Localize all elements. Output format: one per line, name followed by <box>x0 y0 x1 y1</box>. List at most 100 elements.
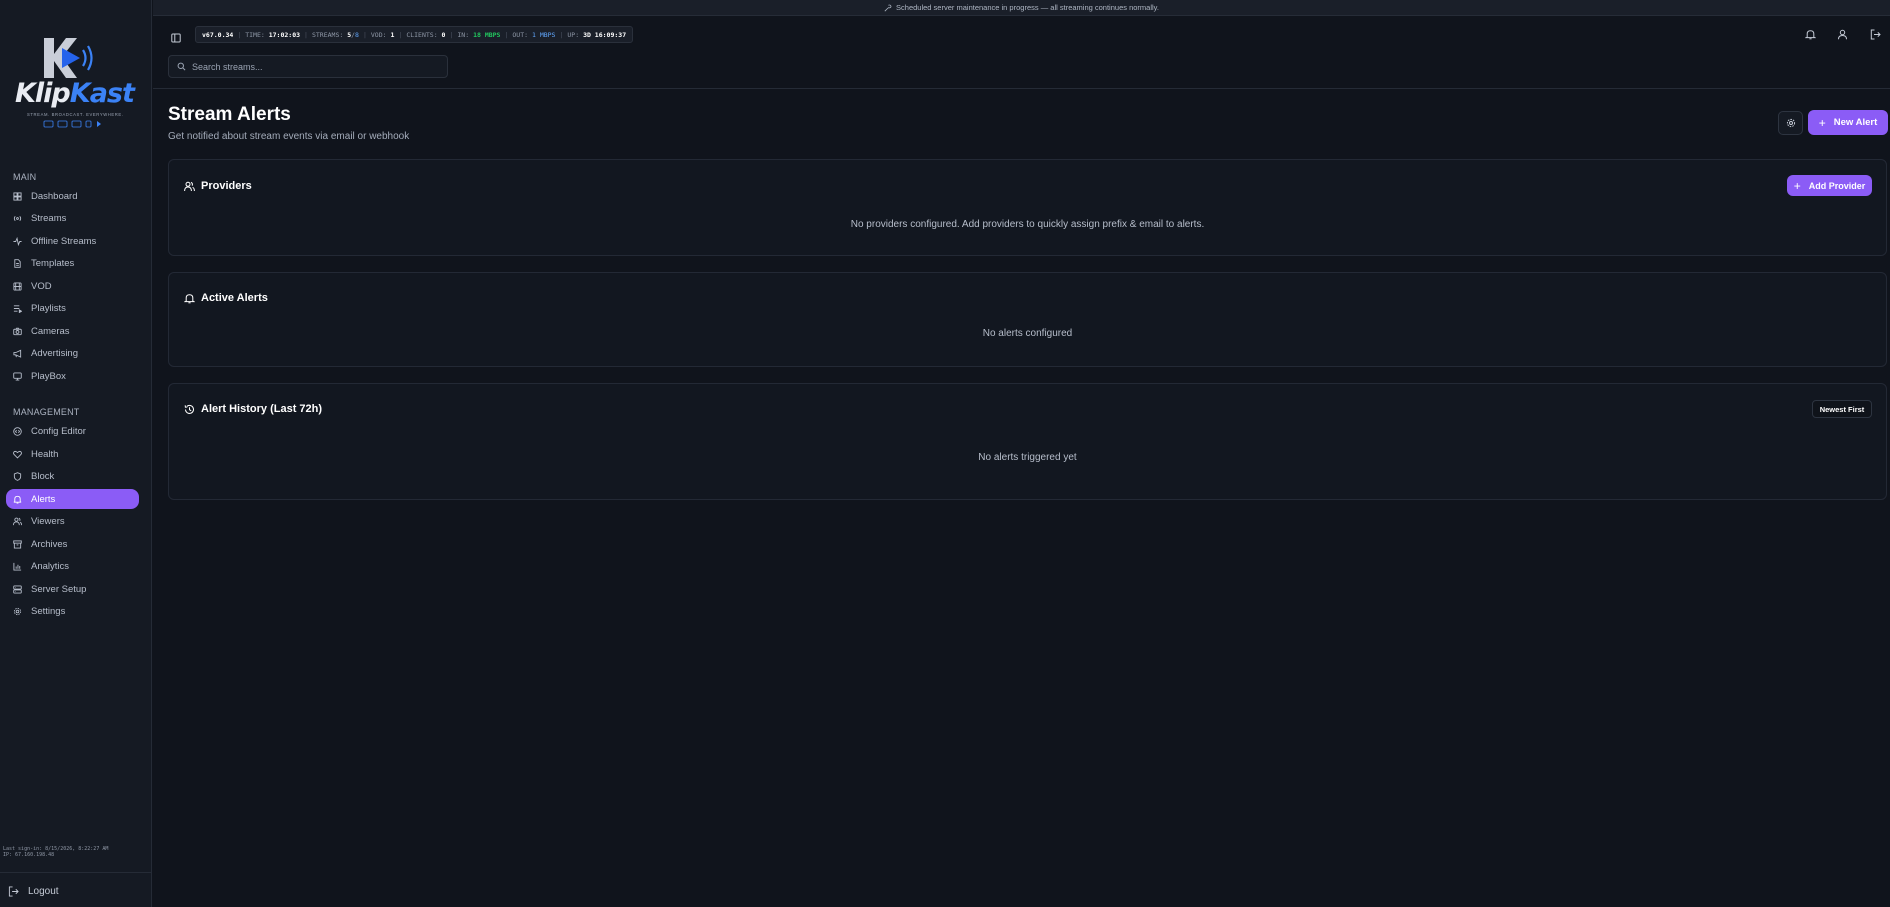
sidebar-item-label: Advertising <box>31 347 78 359</box>
sidebar-item-vod[interactable]: VOD <box>6 276 139 296</box>
clients-value: 0 <box>441 30 446 39</box>
shield-icon <box>13 471 22 481</box>
page-title: Stream Alerts <box>168 104 291 125</box>
out-unit: MBPS <box>539 30 556 39</box>
sidebar-item-block[interactable]: Block <box>6 466 139 486</box>
banner-text: Scheduled server maintenance in progress… <box>896 3 1159 12</box>
time-value: 17:02:03 <box>268 30 301 39</box>
sidebar-item-server-setup[interactable]: Server Setup <box>6 579 139 599</box>
page-subtitle: Get notified about stream events via ema… <box>168 131 410 142</box>
search-input[interactable] <box>192 61 432 72</box>
version-value: v67.0.34 <box>202 30 234 39</box>
add-provider-label: Add Provider <box>1808 180 1866 191</box>
heart-icon <box>13 450 22 459</box>
sort-order-button[interactable]: Newest First <box>1812 400 1872 418</box>
broadcast-icon <box>13 214 22 223</box>
alert-history-card: Alert History (Last 72h) No alerts trigg… <box>168 383 1887 500</box>
sidebar-item-advertising[interactable]: Advertising <box>6 343 139 363</box>
gear-icon <box>13 607 22 616</box>
server-stats-bar: v67.0.34 | TIME: 17:02:03 | STREAMS: 5/8… <box>195 26 634 43</box>
sidebar-item-settings[interactable]: Settings <box>6 601 139 621</box>
logout-button[interactable]: Logout <box>8 886 59 897</box>
sidebar: KlipKast STREAM. BROADCAST. EVERYWHERE. … <box>0 0 152 907</box>
monitor-icon <box>13 371 22 381</box>
sidebar-item-viewers[interactable]: Viewers <box>6 511 139 531</box>
sidebar-item-label: PlayBox <box>31 370 66 382</box>
providers-card: Providers No providers configured. Add p… <box>168 159 1887 256</box>
activity-icon <box>13 236 22 246</box>
wrench-icon <box>884 4 892 11</box>
archive-icon <box>13 539 22 549</box>
users-icon <box>184 181 195 191</box>
vod-value: 1 <box>390 30 395 39</box>
alert-settings-button[interactable] <box>1778 111 1803 135</box>
sidebar-item-analytics[interactable]: Analytics <box>6 556 139 576</box>
sidebar-divider <box>0 872 152 873</box>
user-menu-button[interactable] <box>1837 29 1848 40</box>
sidebar-item-label: Alerts <box>31 493 56 505</box>
logout-icon <box>8 886 19 897</box>
code-icon <box>13 426 22 436</box>
top-header: v67.0.34 | TIME: 17:02:03 | STREAMS: 5/8… <box>153 17 1890 89</box>
sidebar-item-playlists[interactable]: Playlists <box>6 298 139 318</box>
sidebar-item-streams[interactable]: Streams <box>6 208 139 228</box>
sidebar-item-playbox[interactable]: PlayBox <box>6 366 139 386</box>
search-streams[interactable] <box>168 55 448 78</box>
logout-icon <box>1870 29 1881 40</box>
active-alerts-empty-message: No alerts configured <box>982 328 1073 339</box>
history-icon <box>184 404 194 414</box>
playlist-icon <box>13 304 22 313</box>
sidebar-item-offline-streams[interactable]: Offline Streams <box>6 231 139 251</box>
sidebar-item-label: Dashboard <box>31 190 78 202</box>
nav-section-management: MANAGEMENT <box>13 407 80 417</box>
last-signin-info: Last sign-in: 8/15/2026, 8:22:27 AM IP: … <box>3 846 108 858</box>
logout-label: Logout <box>28 886 59 897</box>
server-icon <box>13 584 22 594</box>
sidebar-item-dashboard[interactable]: Dashboard <box>6 186 139 206</box>
sidebar-item-label: Streams <box>31 212 67 224</box>
users-icon <box>13 517 22 526</box>
panel-left-icon <box>171 33 181 43</box>
out-label: OUT: <box>512 30 529 39</box>
sidebar-item-alerts[interactable]: Alerts <box>6 489 139 509</box>
sidebar-item-health[interactable]: Health <box>6 444 139 464</box>
vod-label: VOD: <box>370 30 387 39</box>
sidebar-item-templates[interactable]: Templates <box>6 253 139 273</box>
sidebar-item-label: Block <box>31 470 55 482</box>
new-alert-label: New Alert <box>1833 117 1878 128</box>
search-icon <box>177 62 186 71</box>
klipkast-k-icon <box>44 38 93 78</box>
bell-icon <box>1805 30 1816 40</box>
sidebar-toggle-button[interactable] <box>171 30 181 43</box>
plus-icon: + <box>1818 115 1826 130</box>
maintenance-banner: Scheduled server maintenance in progress… <box>153 0 1890 16</box>
sidebar-item-config-editor[interactable]: Config Editor <box>6 421 139 441</box>
sidebar-item-label: Analytics <box>31 560 70 572</box>
dashboard-icon <box>13 191 22 201</box>
sidebar-item-label: Offline Streams <box>31 235 97 247</box>
sidebar-item-label: VOD <box>31 280 52 292</box>
bar-chart-icon <box>13 562 22 571</box>
alert-history-title-text: Alert History (Last 72h) <box>201 403 323 415</box>
active-alerts-title: Active Alerts <box>184 292 268 304</box>
bell-icon <box>184 293 195 303</box>
file-icon <box>13 258 22 268</box>
bell-icon <box>13 495 22 504</box>
streams-total-value: 8 <box>355 30 359 39</box>
notifications-button[interactable] <box>1805 29 1816 40</box>
in-unit: MBPS <box>484 30 501 39</box>
streams-label: STREAMS: <box>311 30 344 39</box>
klipkast-logo[interactable]: KlipKast STREAM. BROADCAST. EVERYWHERE. <box>12 36 135 128</box>
providers-title: Providers <box>184 180 252 192</box>
in-value: 18 <box>473 30 481 39</box>
ip-text: IP: 67.160.198.48 <box>3 852 55 858</box>
signout-button[interactable] <box>1870 29 1881 40</box>
sidebar-item-archives[interactable]: Archives <box>6 534 139 554</box>
new-alert-button[interactable]: + New Alert <box>1808 110 1888 135</box>
sidebar-item-cameras[interactable]: Cameras <box>6 321 139 341</box>
plus-icon: + <box>1793 178 1801 193</box>
in-label: IN: <box>457 30 470 39</box>
add-provider-button[interactable]: + Add Provider <box>1787 175 1872 196</box>
platform-icons <box>43 120 101 128</box>
sidebar-item-label: Health <box>31 448 59 460</box>
